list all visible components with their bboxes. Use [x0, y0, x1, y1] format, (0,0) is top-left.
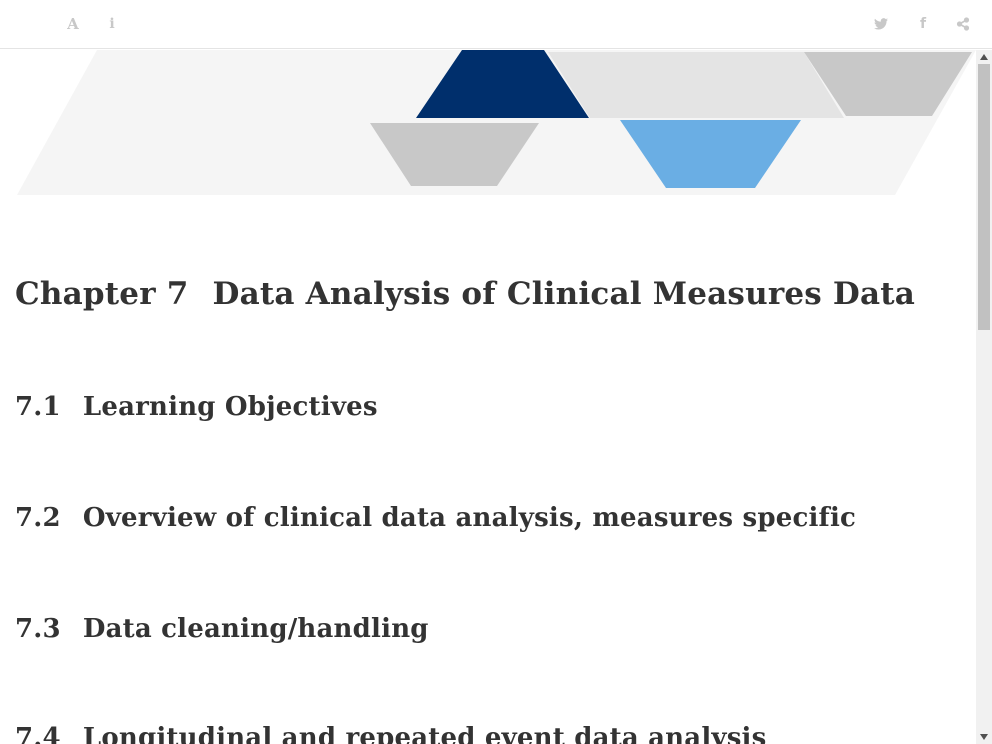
top-toolbar: A i f	[0, 0, 992, 49]
twitter-bird-glyph	[874, 18, 888, 30]
scroll-down-arrow-icon[interactable]	[976, 730, 992, 744]
chapter-title-text: Data Analysis of Clinical Measures Data	[212, 276, 916, 312]
section-number: 7.3	[15, 614, 61, 644]
section-heading: 7.3 Data cleaning/handling	[15, 614, 429, 644]
section-title: Overview of clinical data analysis, meas…	[82, 503, 857, 533]
section-title: Longitudinal and repeated event data ana…	[82, 723, 767, 744]
banner-graphic	[17, 50, 976, 195]
section-number: 7.4	[15, 723, 61, 744]
arrow-up-glyph	[980, 54, 988, 60]
section-heading: 7.1 Learning Objectives	[15, 392, 378, 422]
vertical-scrollbar[interactable]	[976, 50, 992, 744]
scrollbar-thumb[interactable]	[978, 64, 990, 330]
section-title: Learning Objectives	[82, 392, 378, 422]
section-title: Data cleaning/handling	[82, 614, 429, 644]
arrow-down-glyph	[980, 734, 988, 740]
info-icon[interactable]: i	[100, 12, 124, 36]
chapter-banner	[0, 50, 976, 198]
font-settings-icon[interactable]: A	[61, 12, 85, 36]
twitter-icon[interactable]	[869, 12, 893, 36]
section-number: 7.1	[15, 392, 61, 422]
section-heading: 7.4 Longitudinal and repeated event data …	[15, 723, 766, 744]
book-content: Chapter 7 Data Analysis of Clinical Measu…	[0, 50, 976, 744]
scroll-up-arrow-icon[interactable]	[976, 50, 992, 64]
chapter-title: Chapter 7 Data Analysis of Clinical Measu…	[15, 276, 915, 312]
section-number: 7.2	[15, 503, 61, 533]
share-icon[interactable]	[951, 12, 975, 36]
share-nodes-glyph	[956, 17, 970, 31]
facebook-icon[interactable]: f	[911, 12, 935, 36]
section-heading: 7.2 Overview of clinical data analysis, m…	[15, 503, 856, 533]
chapter-number: Chapter 7	[15, 276, 189, 312]
